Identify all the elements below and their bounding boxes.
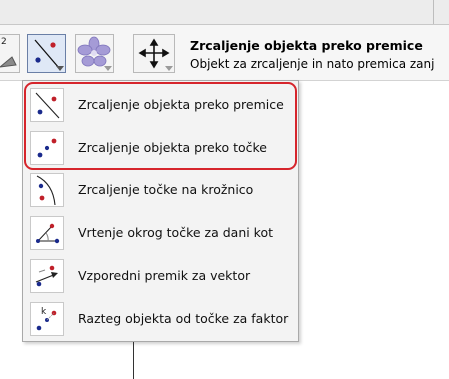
menu-item-dilate-from-point[interactable]: k Razteg objekta od točke za faktor — [26, 299, 296, 339]
menu-item-label: Vrtenje okrog točke za dani kot — [78, 225, 274, 240]
flower-tool-button[interactable] — [75, 34, 114, 73]
highlight-annotation — [24, 82, 297, 170]
dropdown-arrow-icon — [165, 66, 173, 71]
tool-description: Objekt za zrcaljenje in nato premica zan… — [190, 57, 435, 71]
partial-tool-icon — [0, 56, 17, 68]
menu-item-translate-by-vector[interactable]: Vzporedni premik za vektor — [26, 256, 296, 296]
menu-item-reflect-about-circle[interactable]: Zrcaljenje točke na krožnico — [26, 170, 296, 210]
reflect-about-circle-icon — [30, 173, 64, 207]
menu-item-label: Vzporedni premik za vektor — [78, 268, 251, 283]
graphics-axis-line — [133, 342, 134, 379]
dropdown-arrow-icon — [56, 66, 64, 71]
dilate-factor-letter: k — [41, 307, 47, 317]
menu-item-label: Zrcaljenje točke na krožnico — [78, 182, 254, 197]
translate-by-vector-icon — [30, 259, 64, 293]
menu-item-label: Razteg objekta od točke za faktor — [78, 311, 289, 326]
dilate-from-point-icon: k — [30, 302, 64, 336]
tool-title: Zrcaljenje objekta preko premice — [190, 38, 423, 53]
partial-tool-button[interactable]: 2 — [0, 34, 20, 73]
reflect-line-tool-button[interactable] — [27, 34, 66, 73]
dropdown-arrow-icon — [104, 66, 112, 71]
move-view-tool-button[interactable] — [133, 34, 175, 73]
rotate-around-point-icon — [30, 216, 64, 250]
top-strip — [0, 0, 449, 25]
top-strip-divider — [433, 0, 434, 24]
menu-item-rotate-around-point[interactable]: Vrtenje okrog točke za dani kot — [26, 213, 296, 253]
toolbar: 2 Zrcaljenje objekta preko premice Objek… — [0, 25, 449, 81]
